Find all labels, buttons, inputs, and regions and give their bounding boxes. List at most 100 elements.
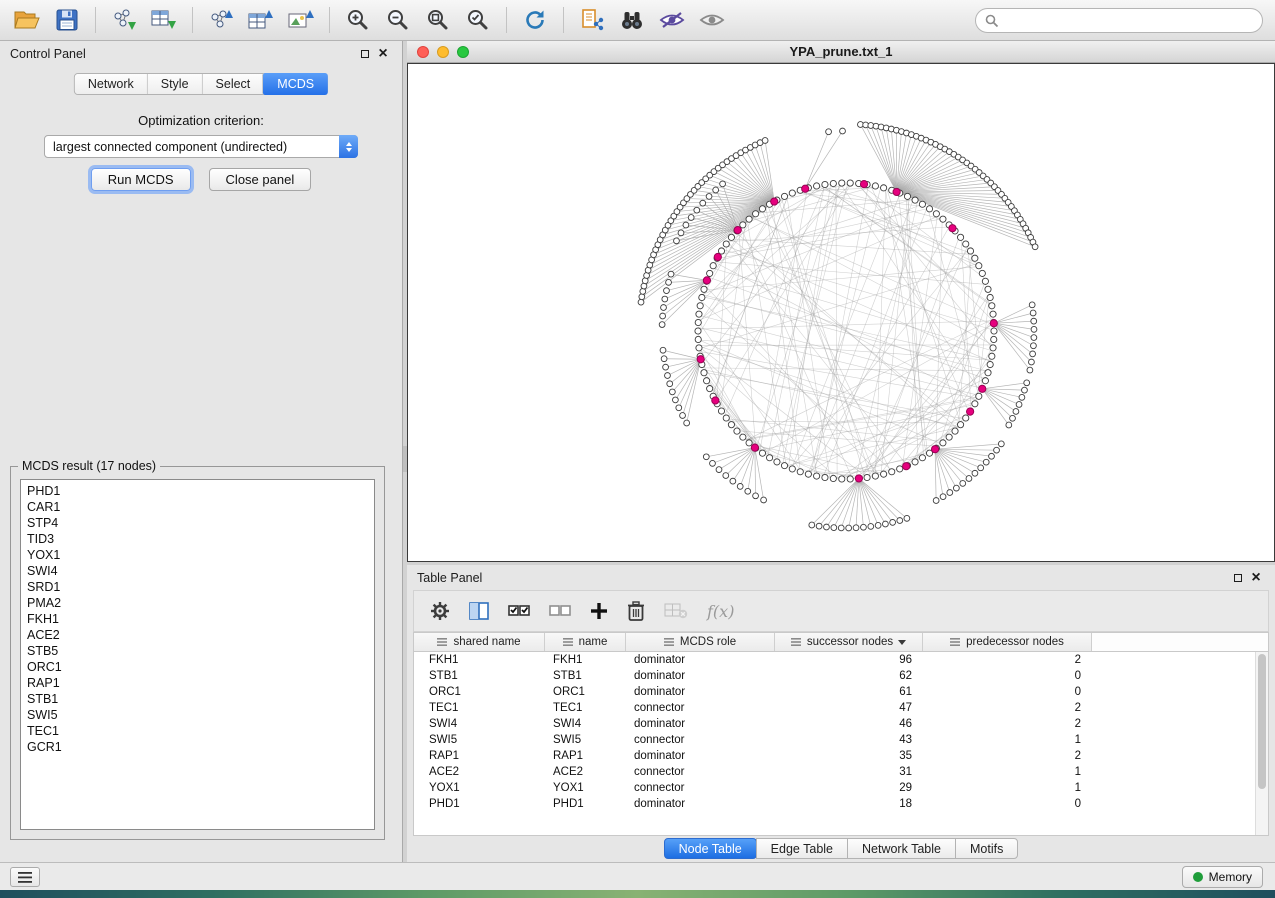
network-node[interactable]	[740, 222, 746, 228]
network-node[interactable]	[982, 278, 988, 284]
network-canvas[interactable]	[407, 63, 1275, 562]
network-node[interactable]	[904, 515, 910, 521]
network-node[interactable]	[957, 422, 963, 428]
mcds-result-item[interactable]: TID3	[21, 531, 374, 547]
mcds-result-item[interactable]: RAP1	[21, 675, 374, 691]
mcds-result-item[interactable]: STP4	[21, 515, 374, 531]
network-dominator-node[interactable]	[771, 198, 778, 205]
network-node[interactable]	[701, 286, 707, 292]
network-node[interactable]	[881, 185, 887, 191]
mcds-result-item[interactable]: ORC1	[21, 659, 374, 675]
network-node[interactable]	[718, 248, 724, 254]
network-dominator-node[interactable]	[712, 397, 719, 404]
network-node[interactable]	[972, 255, 978, 261]
network-node[interactable]	[676, 405, 682, 411]
network-node[interactable]	[991, 336, 997, 342]
network-node[interactable]	[696, 345, 702, 351]
network-node[interactable]	[734, 428, 740, 434]
tab-style[interactable]: Style	[147, 74, 202, 94]
network-node[interactable]	[957, 234, 963, 240]
network-dominator-node[interactable]	[734, 226, 741, 233]
network-node[interactable]	[838, 525, 844, 531]
mcds-result-item[interactable]: PHD1	[21, 483, 374, 499]
export-network-button[interactable]	[202, 3, 240, 37]
network-node[interactable]	[875, 522, 881, 528]
network-node[interactable]	[940, 494, 946, 500]
network-node[interactable]	[746, 440, 752, 446]
network-node[interactable]	[667, 381, 673, 387]
network-node[interactable]	[746, 216, 752, 222]
tab-network-table[interactable]: Network Table	[847, 838, 956, 859]
network-node[interactable]	[861, 524, 867, 530]
network-node[interactable]	[701, 370, 707, 376]
network-node[interactable]	[660, 347, 666, 353]
network-node[interactable]	[695, 328, 701, 334]
network-node[interactable]	[759, 206, 765, 212]
network-node[interactable]	[979, 270, 985, 276]
network-node[interactable]	[963, 241, 969, 247]
network-node[interactable]	[989, 303, 995, 309]
zoom-fit-button[interactable]	[419, 3, 457, 37]
network-node[interactable]	[1031, 343, 1037, 349]
network-node[interactable]	[672, 397, 678, 403]
network-node[interactable]	[826, 129, 832, 135]
network-node[interactable]	[990, 311, 996, 317]
table-row[interactable]: TEC1TEC1connector472	[414, 700, 1255, 716]
network-node[interactable]	[697, 303, 703, 309]
network-node[interactable]	[1024, 380, 1030, 386]
network-node[interactable]	[912, 197, 918, 203]
network-node[interactable]	[824, 524, 830, 530]
network-node[interactable]	[1031, 335, 1037, 341]
network-node[interactable]	[1027, 367, 1033, 373]
network-node[interactable]	[700, 200, 706, 206]
network-node[interactable]	[1029, 302, 1035, 308]
save-button[interactable]	[48, 3, 86, 37]
close-window-button[interactable]	[417, 46, 429, 58]
network-node[interactable]	[946, 434, 952, 440]
network-node[interactable]	[789, 190, 795, 196]
network-node[interactable]	[881, 471, 887, 477]
network-node[interactable]	[710, 460, 716, 466]
network-graph[interactable]	[408, 64, 1274, 561]
network-dominator-node[interactable]	[903, 463, 910, 470]
network-node[interactable]	[720, 181, 726, 187]
network-node[interactable]	[730, 478, 736, 484]
network-node[interactable]	[665, 373, 671, 379]
network-dominator-node[interactable]	[979, 385, 986, 392]
network-node[interactable]	[668, 271, 674, 277]
table-row[interactable]: STB1STB1dominator620	[414, 668, 1255, 684]
table-row[interactable]: RAP1RAP1dominator352	[414, 748, 1255, 764]
network-node[interactable]	[889, 469, 895, 475]
network-node[interactable]	[641, 283, 647, 289]
network-node[interactable]	[830, 475, 836, 481]
network-dominator-node[interactable]	[931, 446, 938, 453]
network-window-titlebar[interactable]: YPA_prune.txt_1	[407, 41, 1275, 63]
network-node[interactable]	[872, 183, 878, 189]
network-node[interactable]	[688, 215, 694, 221]
network-node[interactable]	[904, 193, 910, 199]
network-node[interactable]	[919, 201, 925, 207]
network-node[interactable]	[839, 476, 845, 482]
network-node[interactable]	[978, 465, 984, 471]
export-table-button[interactable]	[242, 3, 280, 37]
tab-node-table[interactable]: Node Table	[664, 838, 757, 859]
table-scrollbar[interactable]	[1255, 652, 1268, 835]
network-node[interactable]	[762, 138, 768, 144]
network-node[interactable]	[699, 294, 705, 300]
network-node[interactable]	[638, 299, 644, 305]
network-node[interactable]	[952, 428, 958, 434]
network-node[interactable]	[713, 187, 719, 193]
network-node[interactable]	[695, 336, 701, 342]
network-node[interactable]	[728, 234, 734, 240]
table-row[interactable]: ORC1ORC1dominator610	[414, 684, 1255, 700]
network-node[interactable]	[759, 450, 765, 456]
network-node[interactable]	[1016, 402, 1022, 408]
network-node[interactable]	[966, 476, 972, 482]
search-field[interactable]	[975, 8, 1263, 33]
network-node[interactable]	[985, 370, 991, 376]
network-node[interactable]	[847, 180, 853, 186]
clone-network-button[interactable]	[573, 3, 611, 37]
network-node[interactable]	[662, 296, 668, 302]
table-row[interactable]: YOX1YOX1connector291	[414, 780, 1255, 796]
mcds-result-item[interactable]: PMA2	[21, 595, 374, 611]
